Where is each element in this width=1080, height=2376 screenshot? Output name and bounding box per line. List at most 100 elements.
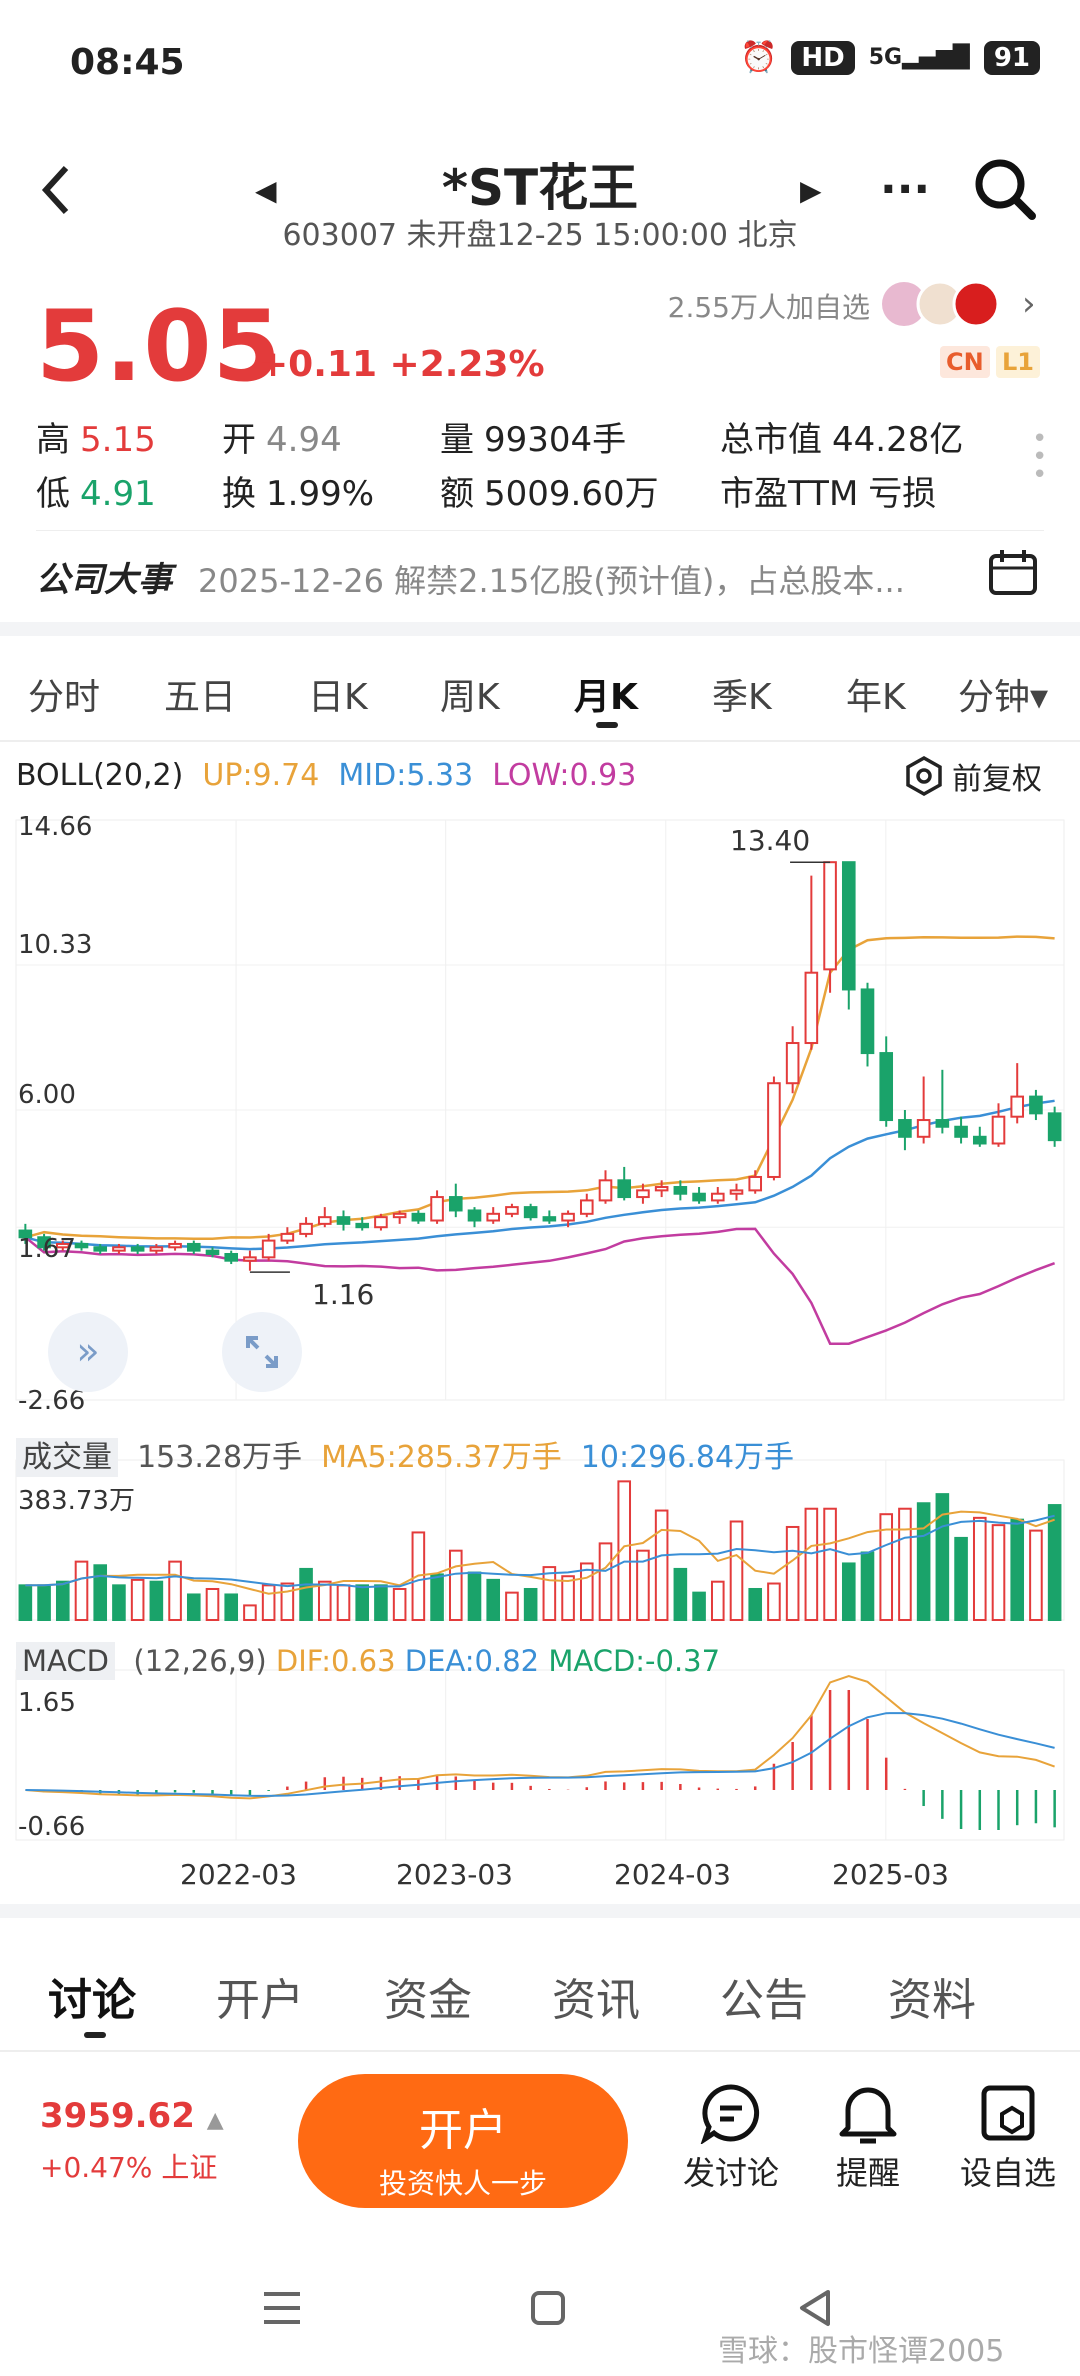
k-line-chart[interactable] [0,790,1080,1900]
tab-announcements[interactable]: 公告 [720,1964,808,2028]
search-icon[interactable] [972,156,1038,226]
volume-bar [1047,1504,1062,1621]
more-icon[interactable]: ··· [880,164,930,215]
followers-count[interactable]: 2.55万人加自选 [668,286,870,326]
y-tick-5: -2.66 [18,1386,86,1416]
x-tick-2: 2023-03 [396,1858,513,1891]
stat-high: 高 5.15 [36,420,156,460]
calendar-icon[interactable] [988,548,1038,600]
volume-bar [785,1525,800,1621]
active-tab-indicator [596,722,618,728]
candle [954,1125,968,1138]
volume-bar [710,1580,725,1622]
x-tick-3: 2024-03 [614,1858,731,1891]
candle [748,1175,763,1192]
index-quote[interactable]: 3959.62 ▲ +0.47% 上证 [40,2096,224,2186]
hd-badge: HD [791,40,855,75]
volume-bar [542,1566,557,1621]
min-annotation: 1.16 [312,1278,375,1311]
boll-up-line [25,935,1055,1241]
candle [841,861,856,991]
volume-bar [280,1582,295,1621]
macd-dea-line [25,1712,1055,1797]
candle [149,1246,164,1252]
candle [598,1179,613,1202]
fullscreen-button[interactable] [222,1312,302,1392]
tab-minute[interactable]: 分钟▾ [958,668,1048,720]
volume-bar [186,1593,201,1621]
candle [692,1192,706,1202]
volume-bar [991,1524,1006,1622]
volume-bar [205,1587,220,1621]
candle [879,1052,894,1122]
add-watchlist-icon [950,2082,1066,2148]
volume-bar [486,1578,501,1621]
tab-quarterly-k[interactable]: 季K [712,668,772,720]
candle [392,1212,407,1219]
tab-five-day[interactable]: 五日 [164,668,236,720]
tabs-bottom-divider [0,2050,1080,2052]
more-stats-icon[interactable]: • • • [1032,426,1047,488]
tab-open-account[interactable]: 开户 [216,1964,304,2028]
next-stock-icon[interactable]: ▶ [800,174,822,207]
stock-subtitle: 603007 未开盘12-25 15:00:00 北京 [282,218,798,253]
macd-y-tick-2: -0.66 [18,1812,86,1842]
tab-profile[interactable]: 资料 [888,1964,976,2028]
home-nav-icon[interactable] [530,2290,566,2330]
y-tick-4: 1.67 [18,1234,76,1264]
follower-avatars[interactable] [880,280,1010,328]
l1-badge: L1 [996,346,1040,378]
macd-panel-frame [15,1669,1065,1841]
tab-intraday[interactable]: 分时 [28,668,100,720]
volume-bar [112,1584,126,1621]
tab-daily-k[interactable]: 日K [308,668,368,720]
candle [785,1042,800,1085]
add-watchlist-button[interactable]: 设自选 [950,2082,1066,2194]
open-account-button[interactable]: 开户 投资快人一步 [298,2074,628,2208]
candle [542,1216,557,1222]
volume-bar [748,1587,763,1621]
volume-bar [243,1604,257,1622]
divider-line [36,530,1044,531]
candle [710,1192,725,1202]
tab-discussion[interactable]: 讨论 [48,1964,136,2028]
chevron-right-icon[interactable]: › [1022,284,1036,324]
volume-bar [972,1516,987,1622]
section-divider [0,622,1080,636]
candle [767,1082,781,1178]
post-discussion-button[interactable]: 发讨论 [676,2082,786,2194]
candle [243,1256,257,1262]
expand-button[interactable]: » [48,1312,128,1392]
candle [673,1186,688,1195]
volume-bar [55,1580,70,1622]
tab-news[interactable]: 资讯 [552,1964,640,2028]
status-time: 08:45 [70,42,185,83]
company-events-text[interactable]: 2025-12-26 解禁2.15亿股(预计值)，占总股本... [198,556,905,602]
volume-bar [654,1509,669,1621]
index-change: +0.47% [40,2151,153,2184]
volume-bar [898,1507,912,1621]
y-tick-3: 6.00 [18,1080,76,1110]
menu-nav-icon[interactable] [262,2290,302,2330]
tab-yearly-k[interactable]: 年K [846,668,906,720]
volume-bar [224,1593,239,1621]
macd-y-tick-1: 1.65 [18,1688,76,1718]
tab-funds[interactable]: 资金 [384,1964,472,2028]
candle [467,1209,482,1222]
candle [168,1242,182,1249]
tab-weekly-k[interactable]: 周K [440,668,500,720]
macd-dif-line [25,1675,1055,1800]
candle [972,1135,987,1145]
candle [523,1206,538,1219]
candle [93,1246,108,1252]
alert-button[interactable]: 提醒 [818,2082,918,2194]
volume-bar [74,1560,89,1621]
tab-monthly-k[interactable]: 月K [574,668,638,720]
index-value: 3959.62 [40,2096,195,2136]
x-tick-4: 2025-03 [832,1858,949,1891]
volume-bar [392,1587,407,1621]
volume-bar [37,1584,51,1621]
volume-bar [767,1582,781,1621]
candle [804,971,819,1045]
macd-legend: MACD (12,26,9) DIF:0.63 DEA:0.82 MACD:-0… [16,1642,720,1680]
